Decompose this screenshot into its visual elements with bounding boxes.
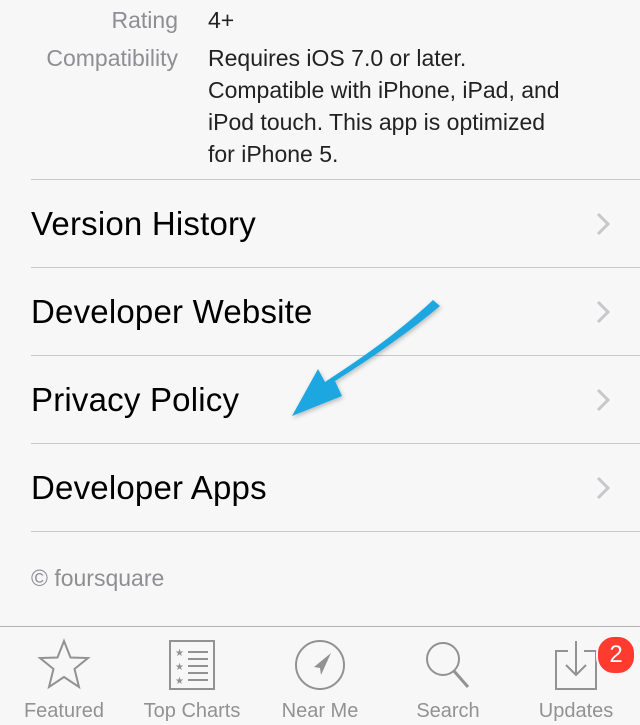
tab-search-label: Search [416, 700, 480, 722]
compatibility-label: Compatibility [46, 45, 178, 71]
compatibility-line: iPod touch. This app is optimized [208, 109, 546, 135]
tab-search[interactable]: Search [384, 627, 512, 725]
star-icon [37, 638, 91, 690]
developer-apps-row[interactable]: Developer Apps [0, 444, 640, 532]
tab-top-charts-label: Top Charts [143, 700, 241, 722]
compatibility-line: for iPhone 5. [208, 141, 339, 167]
annotation-arrow-icon [292, 300, 440, 416]
compatibility-line: Requires iOS 7.0 or later. [208, 45, 467, 71]
privacy-policy-label: Privacy Policy [31, 381, 240, 418]
tab-featured[interactable]: Featured [0, 627, 128, 725]
copyright-text: © foursquare [31, 565, 165, 591]
compatibility-value: Requires iOS 7.0 or later. Compatible wi… [208, 42, 608, 170]
compatibility-line: Compatible with iPhone, iPad, and [208, 77, 560, 103]
tab-updates[interactable]: 2 Updates [512, 627, 640, 725]
download-icon [555, 641, 597, 690]
version-history-row[interactable]: Version History [0, 180, 640, 268]
location-icon [295, 640, 345, 690]
version-history-label: Version History [31, 205, 256, 242]
tab-updates-label: Updates [538, 700, 614, 722]
separator [31, 531, 640, 532]
tab-near-me[interactable]: Near Me [256, 627, 384, 725]
developer-website-label: Developer Website [31, 293, 313, 330]
rating-value: 4+ [208, 7, 235, 33]
updates-badge: 2 [596, 635, 636, 675]
chevron-right-icon [596, 388, 610, 412]
search-icon [426, 642, 470, 688]
tab-bar: Featured ★ ★ ★ Top Charts Near Me Search [0, 626, 640, 725]
tab-near-me-label: Near Me [281, 700, 359, 722]
tab-featured-label: Featured [23, 700, 105, 722]
list-icon: ★ ★ ★ [169, 640, 215, 690]
svg-text:★: ★ [175, 676, 184, 687]
svg-text:★: ★ [175, 648, 184, 659]
chevron-right-icon [596, 212, 610, 236]
svg-text:★: ★ [175, 662, 184, 673]
developer-apps-label: Developer Apps [31, 469, 267, 506]
tab-top-charts[interactable]: ★ ★ ★ Top Charts [128, 627, 256, 725]
chevron-right-icon [596, 300, 610, 324]
rating-label: Rating [111, 7, 178, 33]
chevron-right-icon [596, 476, 610, 500]
